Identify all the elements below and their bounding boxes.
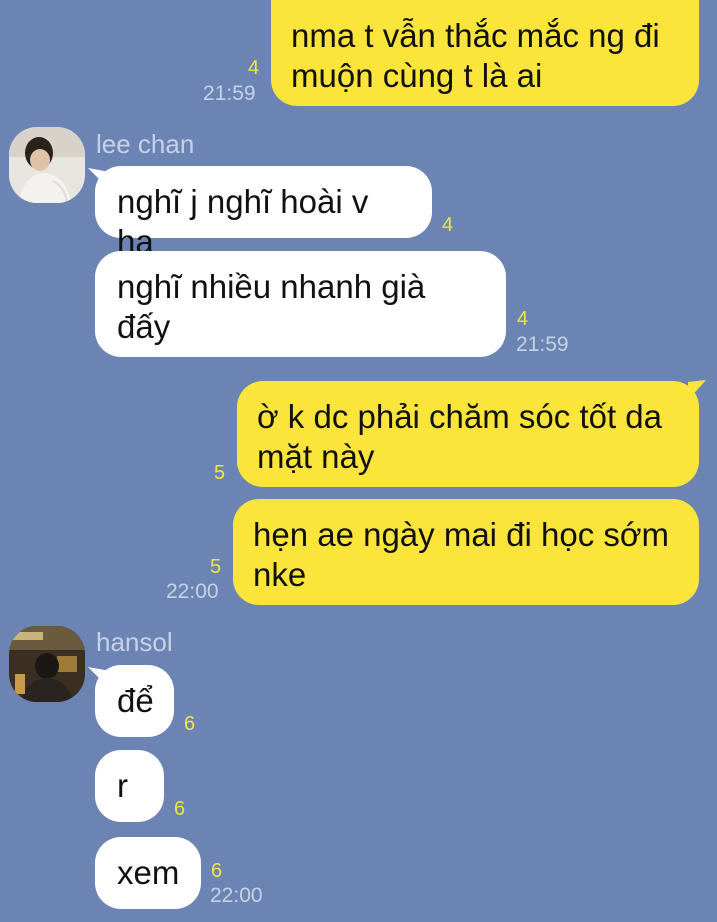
- read-count: 6: [211, 860, 223, 882]
- read-count: 4: [442, 214, 454, 236]
- their-message-bubble[interactable]: xem: [95, 837, 201, 909]
- read-count: 5: [214, 462, 226, 484]
- avatar-lee-chan[interactable]: [9, 127, 85, 203]
- read-count: 4: [248, 57, 260, 79]
- their-message-bubble[interactable]: nghĩ j nghĩ hoài v ha: [95, 166, 432, 260]
- message-time: 21:59: [516, 333, 569, 356]
- message-time: 21:59: [203, 82, 256, 105]
- my-message-bubble[interactable]: hẹn ae ngày mai đi học sớm nke: [233, 499, 699, 605]
- message-time: 22:00: [166, 580, 219, 603]
- read-count: 6: [174, 798, 186, 820]
- sender-name: lee chan: [96, 129, 195, 159]
- their-message-bubble[interactable]: r: [95, 750, 164, 822]
- read-count: 4: [517, 308, 529, 330]
- my-message-bubble[interactable]: nma t vẫn thắc mắc ng đi muộn cùng t là …: [271, 0, 699, 106]
- their-message-bubble[interactable]: nghĩ nhiều nhanh già đấy: [95, 251, 506, 357]
- sender-name: hansol: [96, 627, 173, 657]
- avatar-hansol[interactable]: [9, 626, 85, 702]
- read-count: 6: [184, 713, 196, 735]
- message-time: 22:00: [210, 884, 263, 907]
- read-count: 5: [210, 556, 222, 578]
- my-message-bubble[interactable]: ờ k dc phải chăm sóc tốt da mặt này: [237, 381, 699, 487]
- their-message-bubble[interactable]: để: [95, 665, 174, 737]
